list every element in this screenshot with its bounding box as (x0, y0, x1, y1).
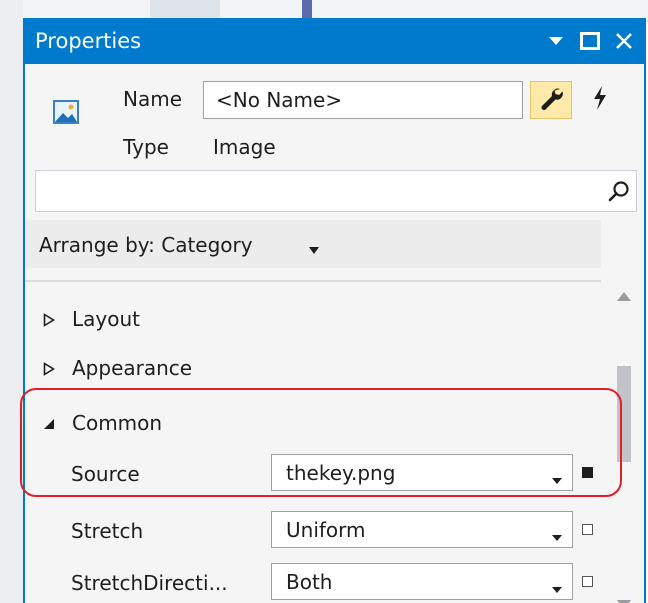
category-label: Layout (72, 307, 140, 331)
category-appearance[interactable]: Appearance (25, 346, 601, 390)
category-common[interactable]: Common (25, 401, 601, 445)
property-marker-empty[interactable] (582, 576, 593, 587)
property-marker-empty[interactable] (582, 524, 593, 535)
collapse-arrow-icon (43, 416, 55, 430)
category-layout[interactable]: Layout (25, 297, 601, 341)
scroll-down-icon[interactable] (617, 594, 631, 603)
background-left-strip (0, 0, 23, 603)
type-label: Type (123, 135, 169, 159)
source-combo[interactable]: thekey.png (271, 454, 573, 491)
property-value: thekey.png (286, 461, 396, 485)
expand-arrow-icon (43, 312, 56, 327)
property-row-stretch-direction: StretchDirecti... Both (25, 560, 601, 603)
close-icon[interactable] (612, 29, 636, 53)
expand-arrow-icon (43, 361, 56, 376)
image-icon (53, 100, 79, 124)
chevron-down-icon[interactable] (552, 470, 562, 484)
dropdown-arrow-icon[interactable] (544, 29, 568, 53)
property-name: Source (71, 462, 140, 486)
arrange-by-dropdown[interactable]: Arrange by: Category (25, 220, 601, 268)
property-value: Both (286, 570, 333, 594)
stretch-direction-combo[interactable]: Both (271, 563, 573, 600)
name-input[interactable] (203, 81, 523, 119)
property-name: StretchDirecti... (71, 571, 228, 595)
scroll-up-icon[interactable] (617, 286, 631, 301)
stretch-combo[interactable]: Uniform (271, 511, 573, 548)
property-row-source: Source thekey.png (25, 451, 601, 495)
category-label: Appearance (72, 356, 193, 380)
vertical-scrollbar[interactable] (607, 282, 641, 603)
wrench-icon (538, 85, 564, 115)
property-row-stretch: Stretch Uniform (25, 508, 601, 552)
search-box[interactable] (35, 170, 637, 212)
search-icon[interactable] (608, 180, 630, 202)
properties-view-button[interactable] (530, 81, 572, 119)
category-label: Common (72, 411, 163, 435)
property-marker-filled[interactable] (582, 467, 593, 478)
lightning-bolt-icon (592, 86, 608, 114)
maximize-icon[interactable] (578, 29, 602, 53)
type-value: Image (213, 135, 276, 159)
events-view-button[interactable] (580, 81, 620, 119)
chevron-down-icon[interactable] (552, 527, 562, 541)
arrange-by-label: Arrange by: Category (39, 233, 253, 257)
properties-panel: Properties Name <No Name> Type Image Arr… (23, 18, 646, 603)
divider (25, 280, 601, 282)
name-label: Name (123, 87, 183, 111)
title-bar[interactable]: Properties (25, 20, 644, 64)
property-name: Stretch (71, 519, 144, 543)
scrollbar-thumb[interactable] (617, 366, 631, 462)
chevron-down-icon (309, 240, 319, 254)
property-value: Uniform (286, 518, 366, 542)
panel-title: Properties (35, 29, 142, 53)
chevron-down-icon[interactable] (552, 579, 562, 593)
search-input[interactable] (36, 171, 596, 211)
